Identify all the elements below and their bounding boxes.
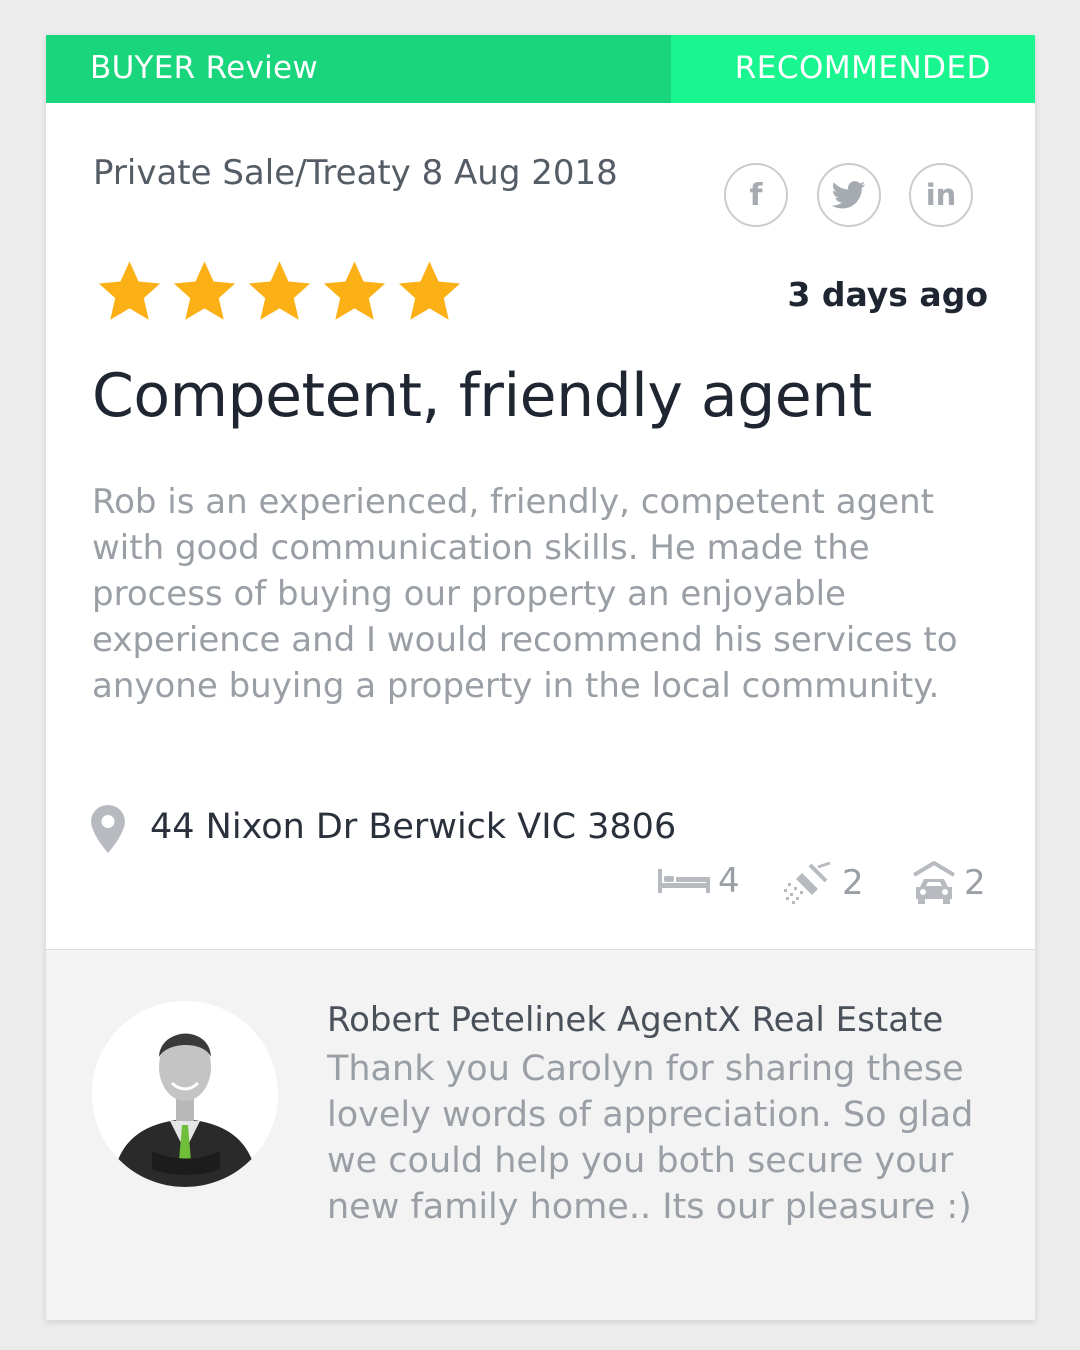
share-facebook-button[interactable]: f — [724, 163, 788, 227]
recommended-badge: RECOMMENDED — [734, 50, 991, 86]
review-title: Competent, friendly agent — [92, 361, 872, 431]
review-card: BUYER Review RECOMMENDED Private Sale/Tr… — [46, 35, 1035, 1320]
review-body: Rob is an experienced, friendly, compete… — [92, 482, 958, 706]
car-spaces-value: 2 — [964, 863, 986, 903]
bed-icon — [658, 869, 710, 893]
star-icon — [248, 261, 311, 320]
shower-icon — [784, 861, 831, 904]
twitter-icon — [832, 181, 866, 209]
agent-reply-message: Thank you Carolyn for sharing these love… — [327, 1049, 974, 1227]
banner-status-section: RECOMMENDED — [671, 35, 1035, 103]
banner-type-section: BUYER Review — [46, 35, 671, 103]
facebook-icon: f — [749, 177, 763, 213]
bedrooms-count: 4 — [658, 861, 740, 901]
star-icon — [173, 261, 236, 320]
review-banner: BUYER Review RECOMMENDED — [46, 35, 1035, 103]
star-icon — [98, 261, 161, 320]
agent-avatar — [92, 1001, 278, 1187]
linkedin-icon: in — [925, 178, 957, 212]
agent-photo — [92, 1001, 278, 1187]
review-time-ago: 3 days ago — [787, 275, 988, 314]
bathrooms-value: 2 — [842, 863, 864, 903]
star-icon — [323, 261, 386, 320]
bathrooms-count: 2 — [782, 861, 864, 905]
star-icon — [398, 261, 461, 320]
share-twitter-button[interactable] — [817, 163, 881, 227]
agent-name: Robert Petelinek AgentX Real Estate — [327, 1000, 944, 1040]
car-icon — [912, 861, 956, 904]
bedrooms-value: 4 — [718, 861, 740, 901]
location-pin-icon — [91, 805, 125, 853]
share-linkedin-button[interactable]: in — [909, 163, 973, 227]
sale-info: Private Sale/Treaty 8 Aug 2018 — [93, 153, 618, 193]
property-address: 44 Nixon Dr Berwick VIC 3806 — [150, 807, 677, 847]
review-type-label: BUYER Review — [90, 50, 319, 86]
car-spaces-count: 2 — [912, 861, 986, 905]
agent-reply-section: Robert Petelinek AgentX Real Estate Than… — [46, 950, 1035, 1320]
star-rating — [92, 257, 467, 327]
